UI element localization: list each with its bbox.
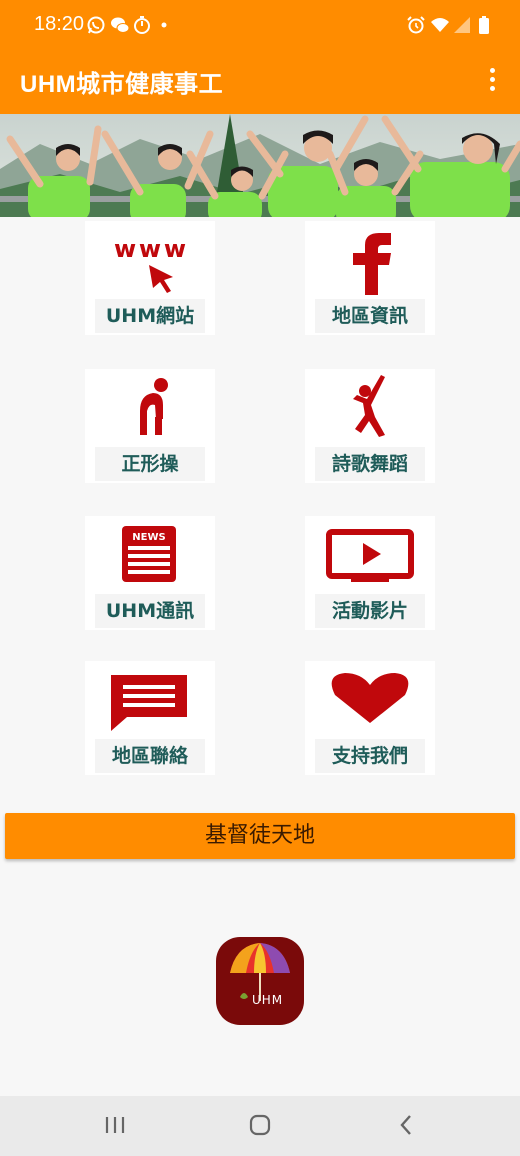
status-time: 18:20 [34, 13, 85, 35]
more-vert-icon[interactable] [480, 66, 504, 96]
dancing-figure-icon [353, 375, 385, 437]
news-icon: NEWS [122, 526, 176, 582]
status-bar: 18:20 [0, 0, 520, 52]
tile-uhm-newsletter[interactable]: NEWS UHM通訊 [85, 516, 215, 630]
back-icon[interactable] [392, 1110, 422, 1140]
tile-support-us[interactable]: 支持我們 [305, 661, 435, 775]
tile-label: 正形操 [95, 447, 205, 481]
wechat-icon [111, 17, 130, 33]
tile-label: 地區聯絡 [95, 739, 205, 773]
system-nav-bar [0, 1096, 520, 1156]
banner-image [0, 114, 520, 217]
app-bar: 18:20 UHM城市健康事工 [0, 0, 520, 114]
whatsapp-icon [87, 16, 105, 34]
tile-label: 地區資訊 [315, 299, 425, 333]
stretching-figure-icon [140, 378, 168, 435]
message-icon [111, 675, 187, 731]
news-icon-text: NEWS [132, 532, 165, 543]
tile-label: 詩歌舞蹈 [315, 447, 425, 481]
video-play-icon [326, 529, 414, 582]
tile-label: 活動影片 [315, 594, 425, 628]
tile-label: 支持我們 [315, 739, 425, 773]
uhm-logo[interactable]: UHM [216, 937, 304, 1025]
tile-uhm-website[interactable]: www UHM網站 [85, 221, 215, 335]
recents-icon[interactable] [100, 1110, 130, 1140]
timer-icon [134, 16, 150, 34]
dot-icon [161, 22, 167, 28]
alarm-icon [407, 16, 425, 34]
umbrella-logo-icon [230, 943, 290, 1001]
www-cursor-icon: www [114, 235, 186, 293]
tile-label: UHM通訊 [95, 594, 205, 628]
signal-icon [454, 17, 470, 33]
app-title: UHM城市健康事工 [20, 71, 224, 98]
home-icon[interactable] [245, 1110, 275, 1140]
tile-district-contact[interactable]: 地區聯絡 [85, 661, 215, 775]
christian-corner-button[interactable]: 基督徒天地 [5, 813, 515, 859]
logo-text: UHM [252, 993, 284, 1007]
tile-hymn-dance[interactable]: 詩歌舞蹈 [305, 369, 435, 483]
tile-label: UHM網站 [95, 299, 205, 333]
tile-district-info[interactable]: 地區資訊 [305, 221, 435, 335]
facebook-icon [353, 233, 391, 295]
tile-event-videos[interactable]: 活動影片 [305, 516, 435, 630]
heart-icon [331, 673, 409, 723]
wifi-icon [431, 18, 449, 32]
battery-icon [479, 16, 489, 34]
svg-text:www: www [114, 235, 186, 263]
tile-posture-exercise[interactable]: 正形操 [85, 369, 215, 483]
